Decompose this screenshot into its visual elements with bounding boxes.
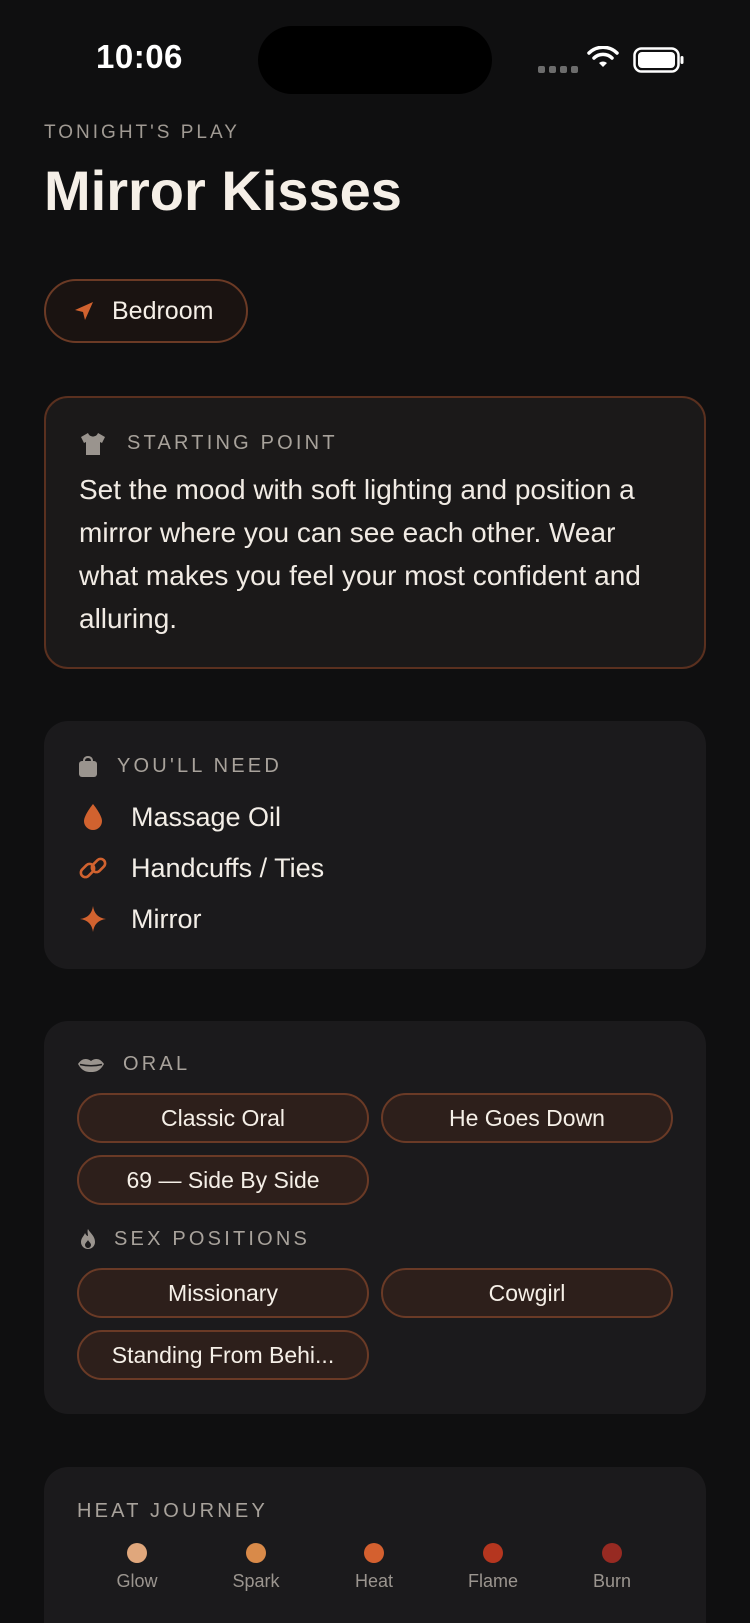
sparkle-icon xyxy=(77,903,109,935)
flame-icon xyxy=(81,1229,95,1249)
bag-icon xyxy=(79,756,97,777)
activity-chip[interactable]: Cowgirl xyxy=(381,1268,673,1318)
needs-card: YOU'LL NEED Massage Oil Handcuffs / Ties… xyxy=(44,721,706,969)
activity-chip[interactable]: 69 — Side By Side xyxy=(77,1155,369,1205)
heat-journey-label: HEAT JOURNEY xyxy=(77,1500,269,1522)
starting-point-card: STARTING POINT Set the mood with soft li… xyxy=(44,396,706,669)
battery-icon xyxy=(633,47,684,73)
activity-chip[interactable]: Classic Oral xyxy=(77,1093,369,1143)
need-item-massage-oil: Massage Oil xyxy=(77,801,281,833)
need-item-label: Massage Oil xyxy=(131,801,282,832)
page-eyebrow: TONIGHT'S PLAY xyxy=(44,122,240,143)
heat-journey-card: HEAT JOURNEY Glow Spark Heat Flame Burn xyxy=(44,1467,706,1623)
heat-step-glow[interactable]: Glow xyxy=(87,1543,187,1592)
activity-chip[interactable]: Standing From Behi... xyxy=(77,1330,369,1380)
status-bar: 10:06 xyxy=(0,0,750,110)
heat-step-flame[interactable]: Flame xyxy=(443,1543,543,1592)
heat-step-label: Heat xyxy=(354,1571,394,1591)
heat-dot xyxy=(483,1543,503,1563)
link-icon xyxy=(77,852,109,884)
cellular-signal-icon xyxy=(538,66,578,73)
heat-step-label: Glow xyxy=(116,1571,158,1591)
drop-icon xyxy=(77,801,109,833)
heat-step-burn[interactable]: Burn xyxy=(562,1543,662,1592)
wifi-icon xyxy=(587,46,619,67)
heat-dot xyxy=(127,1543,147,1563)
activity-chip[interactable]: Missionary xyxy=(77,1268,369,1318)
need-item-mirror: Mirror xyxy=(77,903,201,935)
tshirt-icon xyxy=(81,433,105,455)
heat-step-heat[interactable]: Heat xyxy=(324,1543,424,1592)
location-button[interactable]: Bedroom xyxy=(44,279,248,343)
positions-label: SEX POSITIONS xyxy=(114,1228,311,1250)
activities-card: ORAL Classic Oral He Goes Down 69 — Side… xyxy=(44,1021,706,1414)
starting-point-text: Set the mood with soft lighting and posi… xyxy=(79,474,641,634)
page-title: Mirror Kisses xyxy=(44,159,402,222)
needs-label: YOU'LL NEED xyxy=(117,755,282,777)
need-item-label: Handcuffs / Ties xyxy=(131,852,325,883)
need-item-handcuffs: Handcuffs / Ties xyxy=(77,852,324,884)
heat-step-label: Flame xyxy=(467,1571,518,1591)
dynamic-island xyxy=(258,26,492,94)
lips-icon xyxy=(78,1059,104,1072)
heat-dot xyxy=(364,1543,384,1563)
status-time: 10:06 xyxy=(96,38,183,75)
heat-dot xyxy=(246,1543,266,1563)
location-label: Bedroom xyxy=(112,296,214,325)
activity-chip[interactable]: He Goes Down xyxy=(381,1093,673,1143)
heat-step-spark[interactable]: Spark xyxy=(206,1543,306,1592)
oral-label: ORAL xyxy=(123,1053,191,1075)
heat-step-label: Spark xyxy=(232,1571,280,1591)
heat-dot xyxy=(602,1543,622,1563)
need-item-label: Mirror xyxy=(131,903,202,934)
heat-step-label: Burn xyxy=(592,1571,632,1591)
starting-point-label: STARTING POINT xyxy=(127,432,338,454)
location-arrow-icon xyxy=(75,302,93,320)
